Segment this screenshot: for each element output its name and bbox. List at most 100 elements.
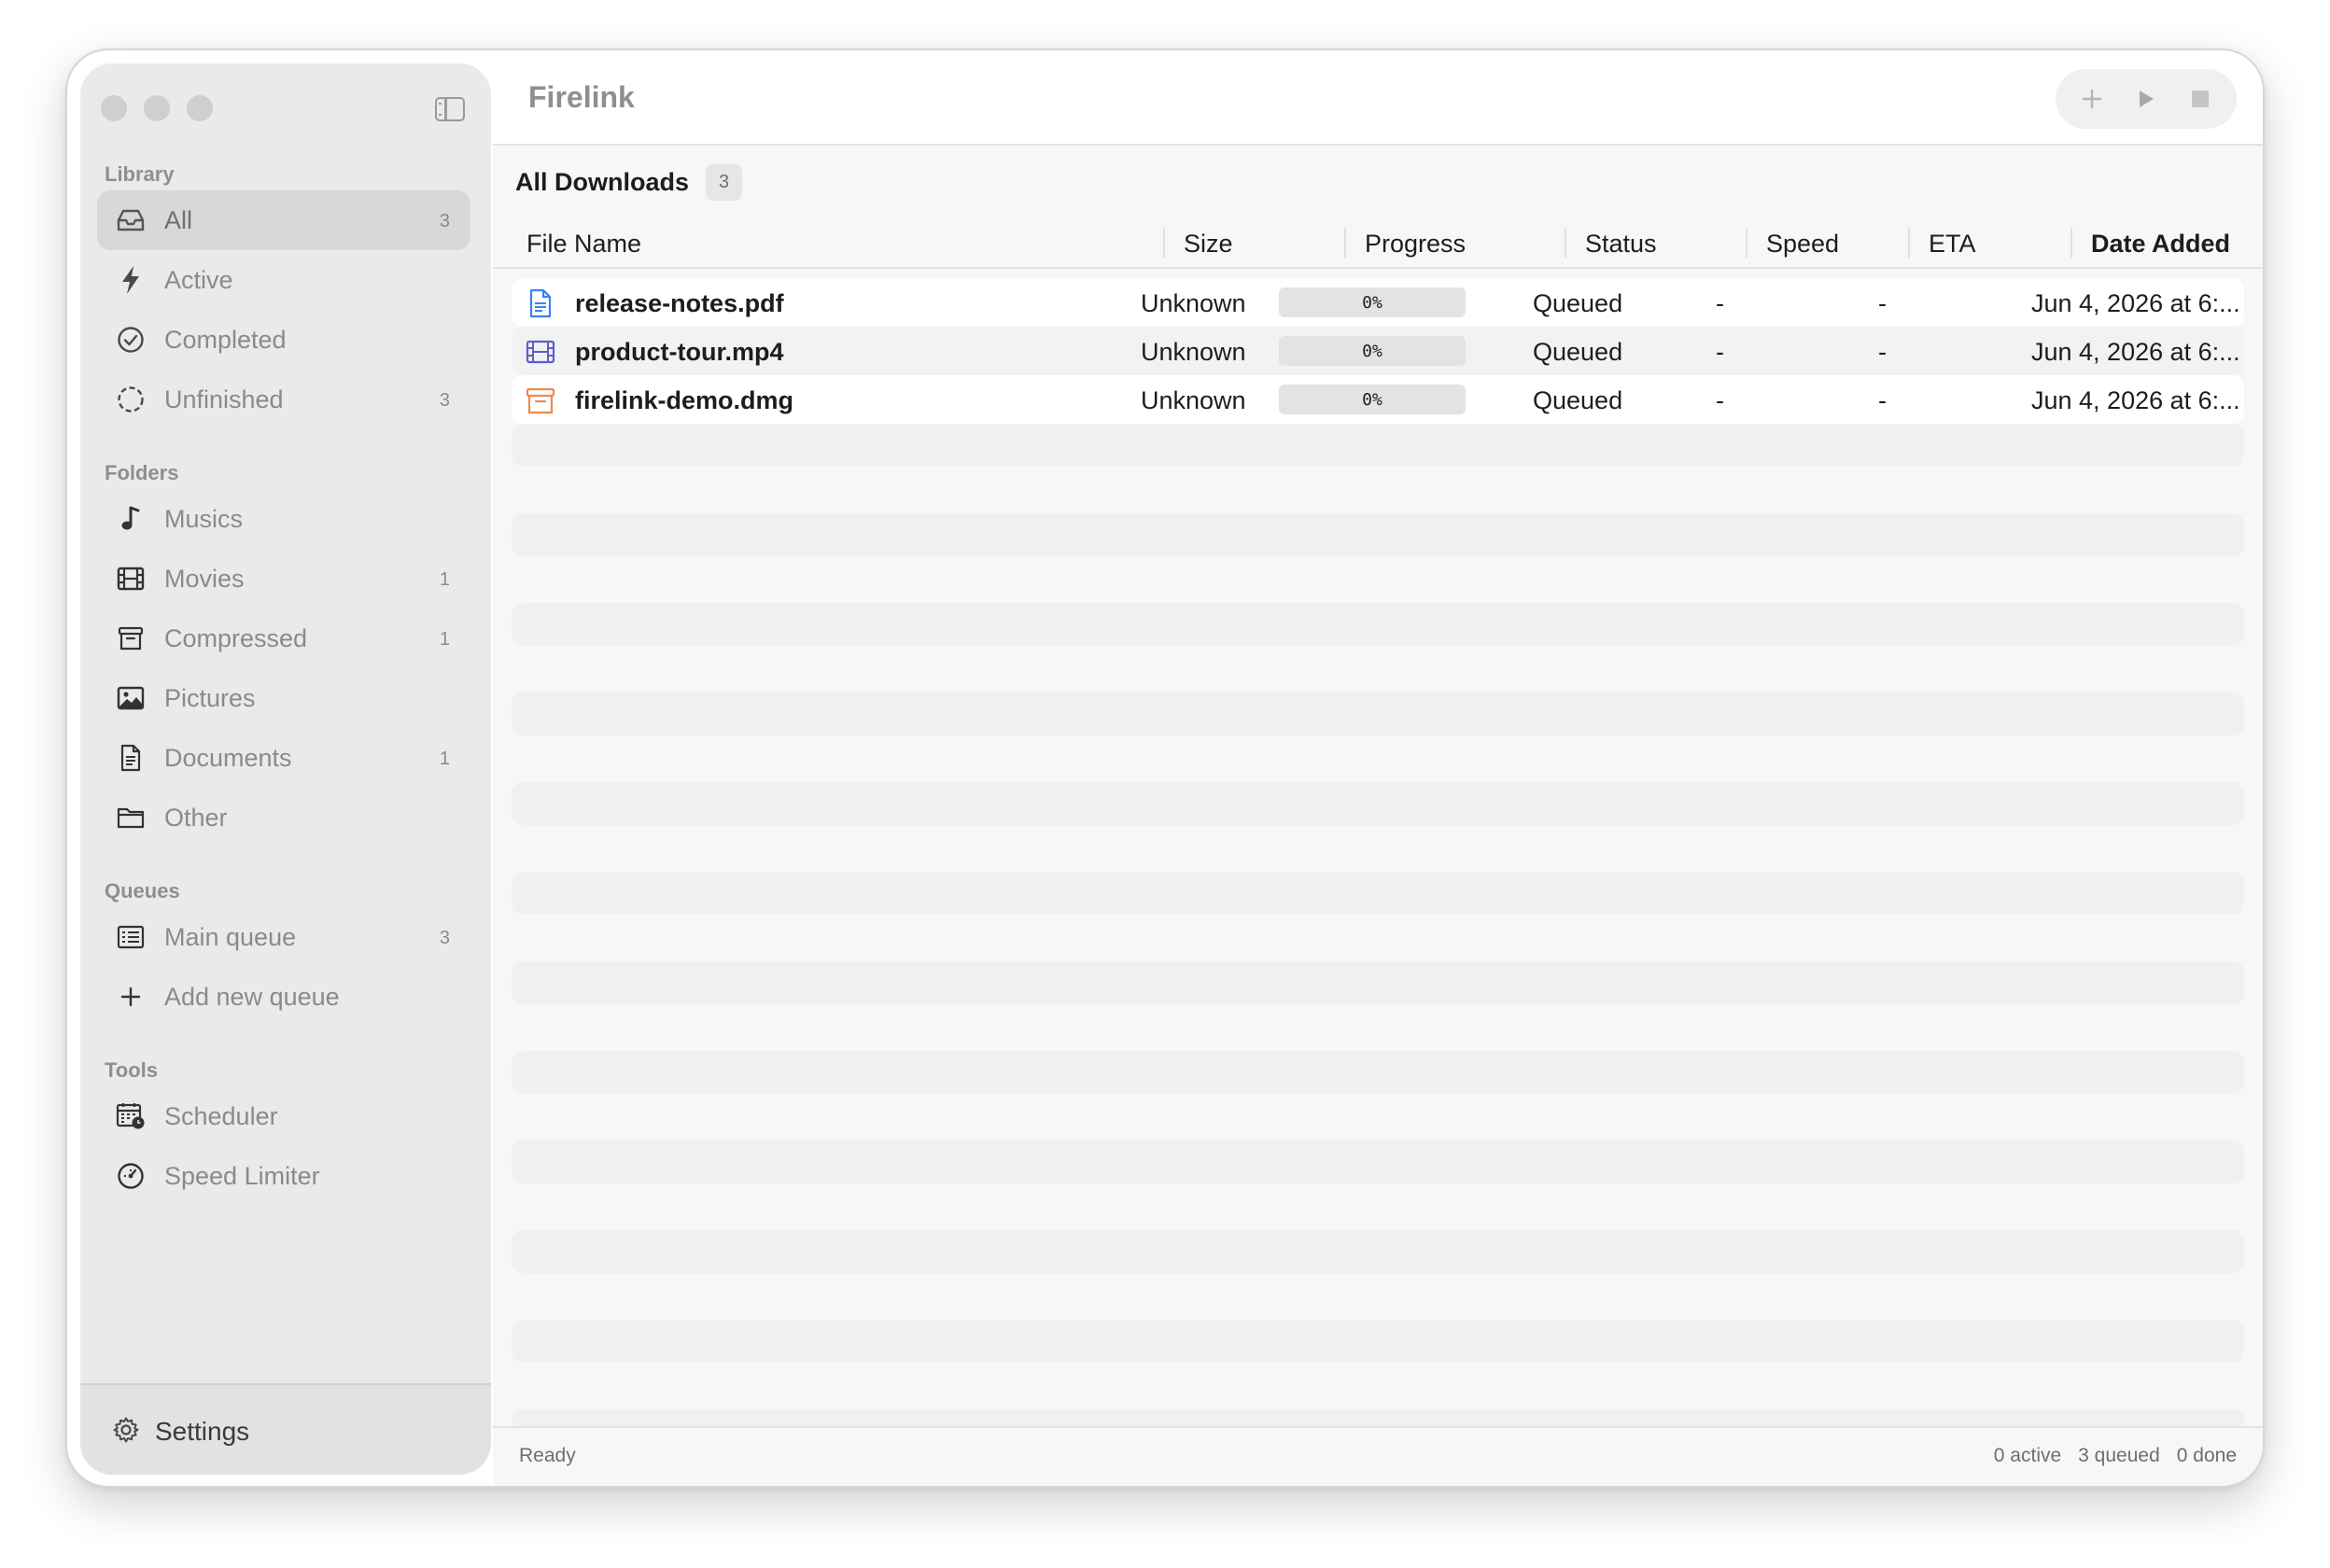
sidebar-item-musics[interactable]: Musics <box>97 489 470 549</box>
date-added: Jun 4, 2026 at 6:... <box>2031 386 2240 414</box>
sidebar-item-label: Active <box>164 266 233 294</box>
table-row[interactable]: firelink-demo.dmg Unknown 0% Queued - - … <box>512 375 2244 424</box>
document-icon <box>116 743 146 773</box>
download-eta: - <box>1878 289 1887 317</box>
sidebar-item-movies[interactable]: Movies 1 <box>97 549 470 609</box>
sidebar-footer: Settings <box>80 1383 491 1475</box>
progress-label: 0% <box>1362 292 1383 313</box>
film-icon <box>525 336 556 368</box>
download-speed: - <box>1716 289 1724 317</box>
progress-bar: 0% <box>1279 287 1466 317</box>
empty-row <box>512 782 2244 825</box>
dashed-circle-icon <box>116 385 146 414</box>
sidebar-item-main-queue[interactable]: Main queue 3 <box>97 907 470 967</box>
section-title-tools: Tools <box>105 1058 159 1082</box>
column-header-speed[interactable]: Speed <box>1766 230 1839 259</box>
sidebar-item-speed-limiter[interactable]: Speed Limiter <box>97 1146 470 1206</box>
column-header-size[interactable]: Size <box>1184 230 1233 259</box>
column-divider[interactable] <box>1908 228 1910 258</box>
column-header-progress[interactable]: Progress <box>1365 230 1466 259</box>
music-note-icon <box>116 504 146 534</box>
date-added: Jun 4, 2026 at 6:... <box>2031 289 2240 317</box>
sidebar-item-pictures[interactable]: Pictures <box>97 668 470 728</box>
progress-bar: 0% <box>1279 336 1466 366</box>
minimize-window-button[interactable] <box>144 95 170 121</box>
file-name: product-tour.mp4 <box>575 338 784 366</box>
section-title-folders: Folders <box>105 461 179 484</box>
sidebar-item-compressed[interactable]: Compressed 1 <box>97 609 470 668</box>
section-title-queues: Queues <box>105 879 180 903</box>
empty-row <box>512 603 2244 646</box>
download-speed: - <box>1716 386 1724 414</box>
start-button[interactable] <box>2126 78 2167 119</box>
sidebar-item-label: All <box>164 206 193 234</box>
document-icon <box>525 287 556 319</box>
column-divider[interactable] <box>2070 228 2072 258</box>
sidebar-item-completed[interactable]: Completed <box>97 310 470 370</box>
settings-button[interactable]: Settings <box>112 1413 249 1450</box>
file-size: Unknown <box>1141 338 1246 366</box>
toolbar <box>2056 69 2237 129</box>
progress-label: 0% <box>1362 389 1383 410</box>
download-status: Queued <box>1533 289 1623 317</box>
sidebar-item-unfinished[interactable]: Unfinished 3 <box>97 370 470 429</box>
empty-row <box>512 513 2244 556</box>
empty-row <box>512 961 2244 1004</box>
calendar-clock-icon <box>116 1101 146 1131</box>
close-window-button[interactable] <box>101 95 127 121</box>
progress-label: 0% <box>1362 341 1383 361</box>
column-divider[interactable] <box>1344 228 1346 258</box>
column-divider[interactable] <box>1746 228 1748 258</box>
add-download-button[interactable] <box>2071 78 2112 119</box>
gear-icon <box>112 1416 140 1449</box>
empty-row <box>512 1230 2244 1273</box>
column-header-date-added[interactable]: Date Added <box>2091 230 2230 259</box>
sidebar-item-active[interactable]: Active <box>97 250 470 310</box>
download-status: Queued <box>1533 386 1623 414</box>
sidebar-item-scheduler[interactable]: Scheduler <box>97 1086 470 1146</box>
settings-label: Settings <box>155 1417 250 1446</box>
add-new-queue-button[interactable]: Add new queue <box>97 967 470 1027</box>
zoom-window-button[interactable] <box>187 95 213 121</box>
table-row[interactable]: release-notes.pdf Unknown 0% Queued - - … <box>512 278 2244 327</box>
column-header-status[interactable]: Status <box>1585 230 1657 259</box>
download-eta: - <box>1878 386 1887 414</box>
tray-icon <box>116 205 146 235</box>
empty-row <box>512 1141 2244 1183</box>
archive-box-icon <box>116 623 146 653</box>
list-count-badge: 3 <box>706 164 743 201</box>
sidebar-item-label: Main queue <box>164 923 297 951</box>
empty-row <box>512 1051 2244 1094</box>
progress-bar: 0% <box>1279 385 1466 414</box>
sidebar-item-label: Completed <box>164 326 287 354</box>
empty-row <box>512 693 2244 735</box>
status-counts: 0 active 3 queued 0 done <box>1994 1445 2237 1467</box>
column-divider[interactable] <box>1565 228 1566 258</box>
active-count: 0 active <box>1993 1445 2062 1466</box>
stop-button[interactable] <box>2180 78 2221 119</box>
sidebar-toggle-icon[interactable] <box>435 97 465 121</box>
speedometer-icon <box>116 1161 146 1191</box>
sidebar-item-label: Movies <box>164 565 245 593</box>
sidebar-item-documents[interactable]: Documents 1 <box>97 728 470 788</box>
empty-row <box>512 872 2244 915</box>
column-header-eta[interactable]: ETA <box>1929 230 1976 259</box>
checkmark-circle-icon <box>116 325 146 355</box>
sidebar-item-count: 3 <box>439 211 450 231</box>
sidebar-item-other[interactable]: Other <box>97 788 470 847</box>
download-eta: - <box>1878 338 1887 366</box>
column-header-file-name[interactable]: File Name <box>526 230 641 259</box>
sidebar-item-all[interactable]: All 3 <box>97 190 470 250</box>
list-title: All Downloads <box>515 168 690 196</box>
sidebar-item-count: 3 <box>439 928 450 948</box>
sidebar-item-label: Pictures <box>164 684 256 712</box>
sidebar-item-label: Scheduler <box>164 1102 278 1130</box>
plus-icon <box>2082 89 2102 109</box>
table-row[interactable]: product-tour.mp4 Unknown 0% Queued - - J… <box>512 327 2244 375</box>
status-bar: Ready 0 active 3 queued 0 done <box>493 1426 2263 1486</box>
film-icon <box>116 564 146 594</box>
archive-box-icon <box>525 385 556 416</box>
file-name: firelink-demo.dmg <box>575 386 794 414</box>
column-divider[interactable] <box>1163 228 1165 258</box>
sidebar-item-count: 3 <box>439 390 450 411</box>
